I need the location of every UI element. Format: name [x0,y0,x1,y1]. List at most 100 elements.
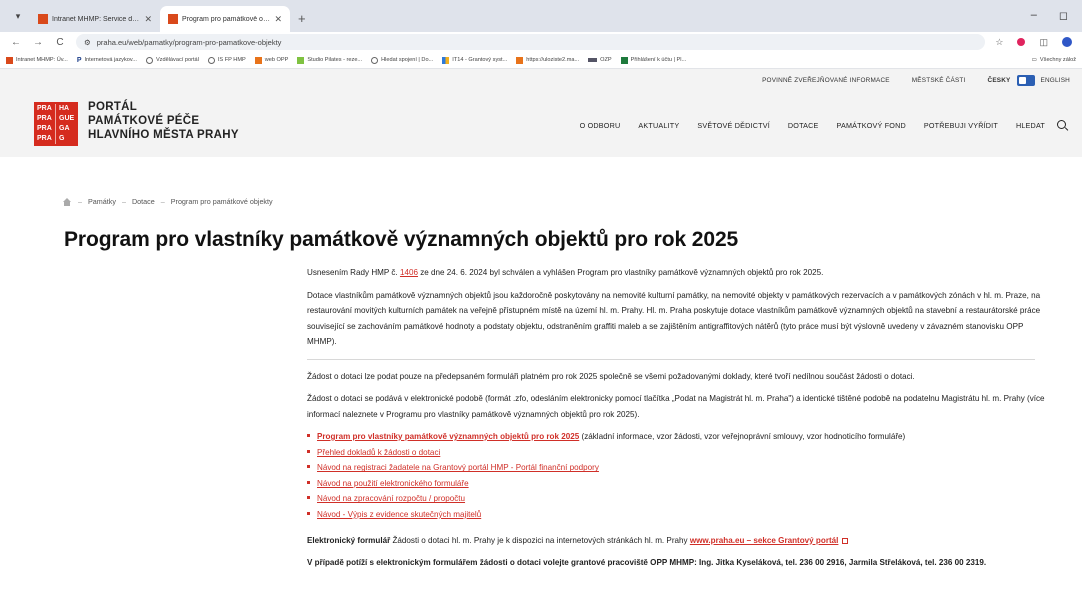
browser-tabbar: ▾ Intranet MHMP: Service desk - ✕ Progra… [0,0,1082,32]
list-item: Přehled dokladů k žádosti o dotaci [307,445,1047,461]
divider [307,358,1035,360]
language-toggle[interactable] [1016,74,1035,86]
contact-paragraph: V případě potíží s elektronickým formulá… [307,558,987,568]
maximize-button[interactable]: ◻ [1059,9,1068,22]
nav-pamatkovy-fond[interactable]: PAMÁTKOVÝ FOND [837,121,906,130]
browser-tab-intranet[interactable]: Intranet MHMP: Service desk - ✕ [30,6,160,32]
nav-hledat[interactable]: HLEDAT [1016,121,1045,130]
toolbar-right: ☆ ◫ [995,37,1072,48]
public-info-link[interactable]: POVINNĚ ZVEŘEJŇOVANÉ INFORMACE [762,77,890,84]
globe-icon [145,56,153,64]
form-guide-link[interactable]: Návod na použití elektronického formulář… [317,476,469,492]
praha-logo[interactable]: PRA HA PRA GUE PRA GA PRA G [34,102,78,146]
registration-guide-link[interactable]: Návod na registraci žadatele na Grantový… [317,460,599,476]
resolution-link[interactable]: 1406 [400,268,418,277]
browser-tab-program[interactable]: Program pro památkově objek ✕ [160,6,290,32]
description-paragraph: Dotace vlastníkům památkově významných o… [307,290,1041,347]
lang-en-link[interactable]: ENGLISH [1041,77,1070,84]
bullet-icon [307,434,310,437]
nav-potrebuji-vyridit[interactable]: POTŘEBUJI VYŘÍDIT [924,121,998,130]
list-item: Návod - Výpis z evidence skutečných maji… [307,507,1047,523]
globe-icon [207,56,215,64]
url-text: praha.eu/web/pamatky/program-pro-pamatko… [96,37,282,47]
site-utility-bar: POVINNĚ ZVEŘEJŇOVANÉ INFORMACE MĚSTSKÉ Č… [0,69,1082,91]
bookmark-item[interactable]: Intranet MHMP: Úv... [6,56,68,64]
bullet-icon [307,465,310,469]
bookmark-item[interactable]: OZP [588,57,612,63]
bookmark-item[interactable]: IT14 - Grantový syst... [442,56,507,64]
forward-icon[interactable]: → [32,37,44,48]
list-item: Návod na registraci žadatele na Grantový… [307,460,1047,476]
close-icon[interactable]: ✕ [274,14,282,25]
nav-o-odboru[interactable]: O ODBORU [580,121,621,130]
orange-square-icon [254,56,262,64]
owners-register-link[interactable]: Návod - Výpis z evidence skutečných maji… [317,507,481,523]
minimize-button[interactable]: – [1031,9,1037,22]
external-link-icon [842,537,849,544]
extension-icon[interactable] [1017,38,1026,46]
x-icon [620,56,628,64]
grant-portal-link[interactable]: www.praha.eu – sekce Grantový portál [690,536,839,545]
page-title: Program pro vlastníky památkově významný… [64,228,739,251]
reload-icon[interactable]: C [54,37,66,48]
main-nav: O ODBORU AKTUALITY SVĚTOVÉ DĚDICTVÍ DOTA… [580,120,1068,131]
application-paragraph: Žádost o dotaci lze podat pouze na přede… [307,371,915,381]
tab-title: Intranet MHMP: Service desk - [52,15,141,23]
window-controls: – ◻ [1031,9,1068,22]
folder-icon: ▭ [1031,57,1037,63]
green-square-icon [297,56,305,64]
grid-icon [442,56,450,64]
bookmark-item[interactable]: Hledat spojení | Do... [371,56,433,64]
document-links: Program pro vlastníky památkově významný… [307,429,1047,523]
extensions-puzzle-icon[interactable]: ◫ [1039,37,1048,48]
tab-search-chevron-icon[interactable]: ▾ [6,4,30,28]
breadcrumb-dotace[interactable]: Dotace [132,197,155,206]
favicon-icon [168,14,178,24]
site-header: PRA HA PRA GUE PRA GA PRA G PORTÁL PAMÁTKOVÉ… [0,91,1082,157]
list-item: Návod na použití elektronického formulář… [307,476,1047,492]
bookmark-star-icon[interactable]: ☆ [995,37,1003,48]
back-icon[interactable]: ← [10,37,22,48]
submission-paragraph: Žádost o dotaci se podává v elektronické… [307,394,1045,419]
portal-title[interactable]: PORTÁL PAMÁTKOVÉ PÉČE HLAVNÍHO MĚSTA PRA… [88,100,239,142]
new-tab-button[interactable]: + [298,11,306,26]
budget-guide-link[interactable]: Návod na zpracování rozpočtu / propočtu [317,491,465,507]
intro-paragraph: Usnesením Rady HMP č. 1406 ze dne 24. 6.… [307,268,824,277]
bookmark-item[interactable]: Studio Pilates - reze... [297,56,362,64]
profile-avatar[interactable] [1062,37,1072,47]
home-icon[interactable] [62,197,72,206]
url-input[interactable]: ⚙ praha.eu/web/pamatky/program-pro-pamat… [76,34,986,50]
nav-dotace[interactable]: DOTACE [788,121,819,130]
nav-svetove-dedictvi[interactable]: SVĚTOVÉ DĚDICTVÍ [697,121,770,130]
tab-title: Program pro památkově objek [182,15,271,23]
language-switch: ČESKY ENGLISH [988,74,1071,86]
site-info-icon[interactable]: ⚙ [84,38,91,47]
bookmark-item[interactable]: IS FP HMP [207,56,246,64]
breadcrumb-current: Program pro památkové objekty [170,197,273,206]
bookmark-item[interactable]: P Internetová jazykov... [77,57,137,64]
orange-square-icon [516,56,524,64]
favicon-icon [38,14,48,24]
bookmark-item[interactable]: Přihlášení k účtu | Pl... [620,56,686,64]
bullet-icon [307,480,310,484]
close-icon[interactable]: ✕ [144,14,152,25]
bullet-icon [307,449,310,453]
bookmark-item[interactable]: Vzdělávací portál [145,56,199,64]
bullet-icon [307,496,310,500]
bookmark-item[interactable]: web OPP [254,56,288,64]
documents-overview-link[interactable]: Přehled dokladů k žádosti o dotaci [317,445,440,461]
breadcrumb: – Památky – Dotace – Program pro památko… [62,197,273,206]
districts-link[interactable]: MĚSTSKÉ ČÁSTI [912,77,966,84]
red-square-icon [6,56,13,64]
search-icon[interactable] [1057,120,1068,131]
breadcrumb-pamatky[interactable]: Památky [88,197,116,206]
lang-cz-link[interactable]: ČESKY [988,77,1011,84]
globe-icon [371,56,379,64]
article-body: Usnesením Rady HMP č. 1406 ze dne 24. 6.… [307,265,1047,578]
nav-aktuality[interactable]: AKTUALITY [638,121,679,130]
program-link[interactable]: Program pro vlastníky památkově významný… [317,432,579,441]
all-bookmarks-button[interactable]: ▭ Všechny zálož [1032,57,1076,63]
bookmark-item[interactable]: https://uloziste2.ma... [516,56,579,64]
address-bar: ← → C ⚙ praha.eu/web/pamatky/program-pro… [0,32,1082,52]
p-letter-icon: P [76,56,82,64]
